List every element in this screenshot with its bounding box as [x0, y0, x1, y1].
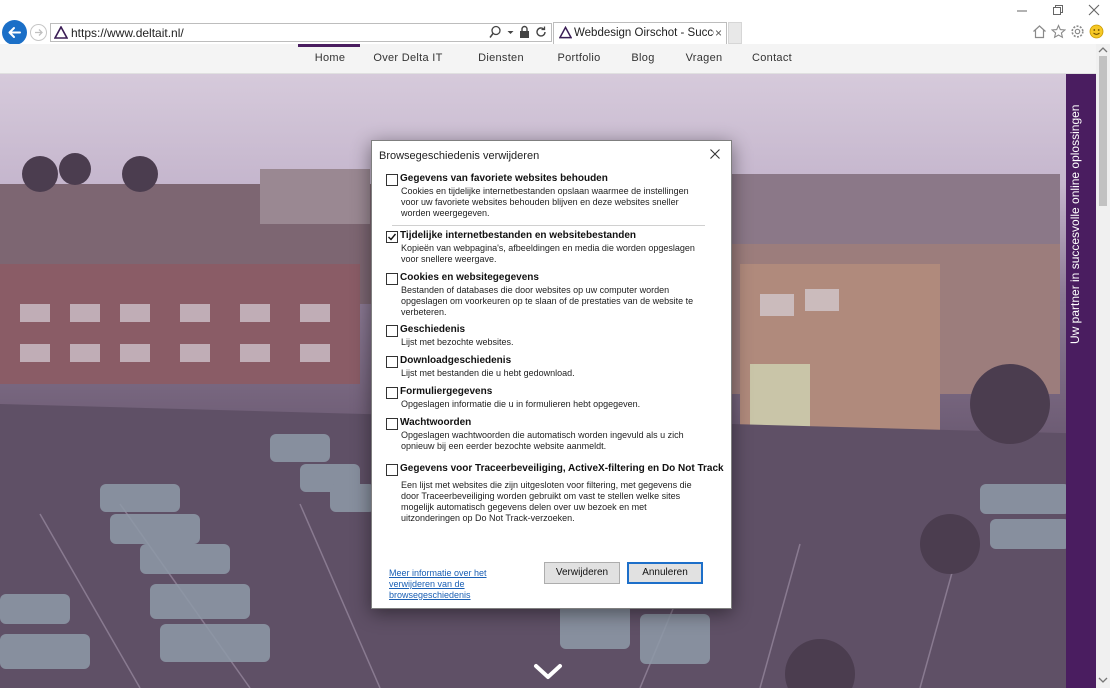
nav-item-vragen[interactable]: Vragen	[674, 52, 734, 64]
delete-button[interactable]: Verwijderen	[544, 562, 620, 584]
nav-item-portfolio[interactable]: Portfolio	[546, 52, 612, 64]
nav-active-indicator	[298, 44, 360, 47]
browser-tab[interactable]: Webdesign Oirschot - Succes... ×	[553, 22, 727, 44]
option-description: Een lijst met websites die zijn uitgeslo…	[401, 480, 692, 523]
address-bar[interactable]: https://www.deltait.nl/	[50, 23, 552, 42]
option-description: Opgeslagen informatie die u in formulier…	[401, 399, 641, 409]
checkbox-passwords[interactable]	[386, 418, 398, 430]
option-title[interactable]: Geschiedenis	[400, 324, 465, 335]
option-title[interactable]: Tijdelijke internetbestanden en websiteb…	[400, 230, 636, 241]
checkbox-form-data[interactable]	[386, 387, 398, 399]
nav-item-over-delta-it[interactable]: Over Delta IT	[360, 52, 456, 64]
nav-list: Home Over Delta IT Diensten Portfolio Bl…	[300, 52, 810, 64]
tab-title: Webdesign Oirschot - Succes...	[574, 27, 714, 39]
nav-item-diensten[interactable]: Diensten	[456, 52, 546, 64]
scroll-down-chevron-icon[interactable]	[533, 662, 563, 682]
scrollbar-thumb[interactable]	[1099, 56, 1107, 206]
option-description: Cookies en tijdelijke internetbestanden …	[401, 186, 689, 218]
search-icon[interactable]	[489, 25, 502, 44]
url-text[interactable]: https://www.deltait.nl/	[71, 26, 184, 40]
option-description: Bestanden of databases die door websites…	[401, 285, 694, 317]
window-controls	[1016, 2, 1100, 23]
checkbox-history[interactable]	[386, 325, 398, 337]
side-banner-text: Uw partner in succesvolle online oplossi…	[1068, 104, 1082, 344]
option-title[interactable]: Gegevens voor Traceerbeveiliging, Active…	[400, 463, 724, 474]
home-icon[interactable]	[1032, 24, 1047, 39]
restore-icon[interactable]	[1052, 2, 1064, 23]
option-description: Opgeslagen wachtwoorden die automatisch …	[401, 430, 684, 451]
divider	[392, 225, 705, 226]
side-banner: Uw partner in succesvolle online oplossi…	[1066, 74, 1096, 688]
option-description: Lijst met bezochte websites.	[401, 337, 514, 347]
new-tab-button[interactable]	[728, 22, 742, 44]
nav-item-contact[interactable]: Contact	[734, 52, 810, 64]
star-icon[interactable]	[1051, 24, 1066, 39]
cancel-button[interactable]: Annuleren	[627, 562, 703, 584]
delete-browsing-history-dialog: Browsegeschiedenis verwijderen Gegevens …	[371, 140, 732, 609]
refresh-icon[interactable]	[535, 25, 547, 44]
option-description: Lijst met bestanden die u hebt gedownloa…	[401, 368, 575, 378]
more-info-link[interactable]: Meer informatie over het verwijderen van…	[389, 568, 514, 601]
smiley-feedback-icon[interactable]	[1089, 24, 1104, 39]
back-button[interactable]	[2, 20, 27, 45]
checkbox-tracking-protection[interactable]	[386, 464, 398, 476]
option-title[interactable]: Wachtwoorden	[400, 417, 471, 428]
nav-item-blog[interactable]: Blog	[612, 52, 674, 64]
checkmark-icon	[388, 233, 397, 241]
address-bar-icons	[489, 25, 547, 44]
site-navigation: Home Over Delta IT Diensten Portfolio Bl…	[0, 44, 1110, 74]
scroll-down-arrow-icon[interactable]	[1098, 676, 1108, 684]
arrow-right-icon	[35, 29, 43, 36]
close-window-icon[interactable]	[1088, 2, 1100, 23]
forward-button[interactable]	[30, 24, 47, 41]
tab-close-icon[interactable]: ×	[715, 26, 722, 40]
arrow-left-icon	[8, 27, 21, 38]
dialog-title: Browsegeschiedenis verwijderen	[379, 150, 540, 162]
option-title[interactable]: Downloadgeschiedenis	[400, 355, 511, 366]
lock-icon[interactable]	[519, 25, 530, 44]
gear-icon[interactable]	[1070, 24, 1085, 39]
option-title[interactable]: Cookies en websitegegevens	[400, 272, 539, 283]
dropdown-arrow-icon[interactable]	[507, 25, 514, 44]
checkbox-cookies[interactable]	[386, 273, 398, 285]
option-title[interactable]: Gegevens van favoriete websites behouden	[400, 173, 608, 184]
nav-item-home[interactable]: Home	[300, 52, 360, 64]
close-icon[interactable]	[709, 147, 721, 161]
checkbox-download-history[interactable]	[386, 356, 398, 368]
scroll-up-arrow-icon[interactable]	[1098, 46, 1108, 54]
minimize-icon[interactable]	[1016, 2, 1028, 23]
toolbar-icons	[1032, 24, 1104, 39]
option-title[interactable]: Formuliergegevens	[400, 386, 492, 397]
checkbox-favorite-websites[interactable]	[386, 174, 398, 186]
checkbox-temporary-files[interactable]	[386, 231, 398, 243]
page-scrollbar[interactable]	[1096, 44, 1110, 688]
browser-chrome: https://www.deltait.nl/ Webdesign Oirsch…	[0, 0, 1110, 45]
delta-favicon-icon	[54, 26, 68, 39]
delta-favicon-icon	[559, 26, 572, 39]
option-description: Kopieën van webpagina's, afbeeldingen en…	[401, 243, 695, 264]
